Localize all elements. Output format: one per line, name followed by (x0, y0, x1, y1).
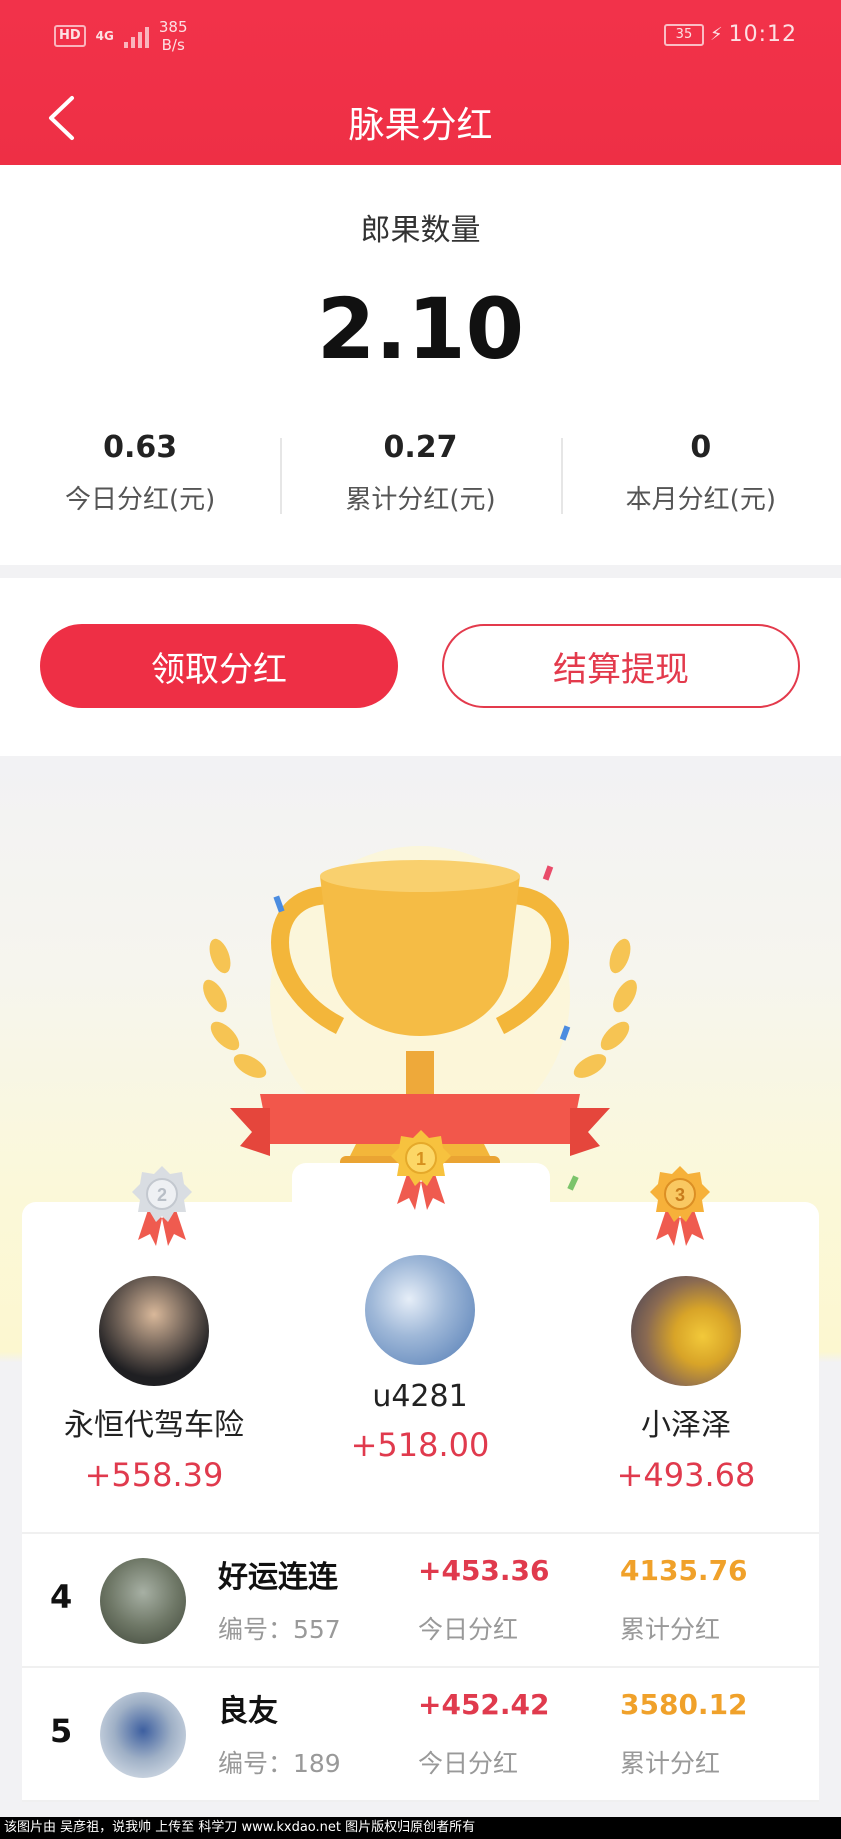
claim-dividend-button[interactable]: 领取分红 (40, 624, 398, 708)
stat-value: 0.63 (103, 430, 178, 465)
rank-1-entry[interactable]: u4281 +518.00 (290, 1255, 550, 1464)
page-title: 脉果分红 (348, 105, 493, 146)
stat-label: 今日分红(元) (65, 485, 216, 515)
today-dividend-label: 今日分红 (418, 1615, 519, 1644)
count-value: 2.10 (316, 280, 525, 378)
summary-panel: 郎果数量 2.10 0.63 今日分红(元) 0.27 累计分红(元) 0 本月… (0, 165, 841, 565)
network-speed: 385 B/s (159, 18, 188, 54)
divider (22, 1800, 819, 1802)
rank-2-name: 永恒代驾车险 (64, 1408, 244, 1443)
total-dividend: 3580.12 (620, 1688, 748, 1721)
total-dividend-label: 累计分红 (620, 1615, 721, 1644)
avatar (100, 1558, 186, 1644)
stat-total: 0.27 累计分红(元) (280, 430, 560, 516)
withdraw-button[interactable]: 结算提现 (442, 624, 800, 708)
stat-value: 0 (690, 430, 712, 465)
user-id: 编号：189 (218, 1749, 341, 1778)
rank-2-amount: +558.39 (84, 1456, 224, 1494)
rank-3-amount: +493.68 (616, 1456, 756, 1494)
avatar (631, 1276, 741, 1386)
silver-medal-icon: 2 (132, 1166, 192, 1246)
count-label: 郎果数量 (360, 213, 481, 248)
rank-number: 5 (50, 1712, 73, 1750)
list-item[interactable]: 4 好运连连 编号：557 +453.36 今日分红 4135.76 累计分红 (22, 1534, 819, 1666)
avatar (100, 1692, 186, 1778)
svg-text:1: 1 (416, 1149, 426, 1169)
rank-1-amount: +518.00 (350, 1426, 490, 1464)
today-dividend-label: 今日分红 (418, 1749, 519, 1778)
today-dividend: +452.42 (418, 1688, 550, 1721)
speed-value: 385 (158, 18, 188, 36)
rank-2-entry[interactable]: 永恒代驾车险 +558.39 (24, 1276, 284, 1494)
watermark-text: 该图片由 吴彦祖，说我帅 上传至 科学刀 www.kxdao.net 图片版权归… (0, 1817, 841, 1839)
avatar (365, 1255, 475, 1365)
list-item[interactable]: 5 良友 编号：189 +452.42 今日分红 3580.12 累计分红 (22, 1668, 819, 1800)
bronze-medal-icon: 3 (650, 1166, 710, 1246)
action-panel: 领取分红 结算提现 (0, 578, 841, 756)
total-dividend: 4135.76 (620, 1554, 748, 1587)
stat-label: 本月分红(元) (625, 485, 776, 515)
speed-unit: B/s (161, 36, 185, 54)
user-name: 良友 (218, 1694, 278, 1729)
total-dividend-label: 累计分红 (620, 1749, 721, 1778)
today-dividend: +453.36 (418, 1554, 550, 1587)
avatar (99, 1276, 209, 1386)
stat-today: 0.63 今日分红(元) (0, 430, 280, 516)
rank-number: 4 (50, 1578, 73, 1616)
status-right: 35 ⚡ 10:12 (663, 22, 797, 47)
stat-label: 累计分红(元) (345, 485, 496, 515)
stat-value: 0.27 (383, 430, 458, 465)
signal-icon (123, 24, 149, 48)
rank-3-entry[interactable]: 小泽泽 +493.68 (556, 1276, 816, 1494)
status-left: HD 4G 385 B/s (54, 18, 188, 54)
clock: 10:12 (728, 22, 797, 47)
charging-icon: ⚡ (709, 24, 723, 45)
stat-month: 0 本月分红(元) (560, 430, 841, 516)
app-header: HD 4G 385 B/s 35 ⚡ 10:12 脉果分红 (0, 0, 841, 165)
network-type: 4G (95, 29, 114, 43)
status-bar: HD 4G 385 B/s 35 ⚡ 10:12 (0, 0, 841, 70)
hd-icon: HD (54, 25, 86, 47)
svg-text:2: 2 (157, 1185, 167, 1205)
battery-icon: 35 (663, 23, 704, 46)
user-name: 好运连连 (218, 1560, 338, 1595)
gold-medal-icon: 1 (391, 1130, 451, 1210)
stats-row: 0.63 今日分红(元) 0.27 累计分红(元) 0 本月分红(元) (0, 430, 841, 516)
rank-1-name: u4281 (372, 1379, 468, 1414)
rank-3-name: 小泽泽 (641, 1408, 731, 1443)
svg-text:3: 3 (675, 1185, 685, 1205)
user-id: 编号：557 (218, 1615, 341, 1644)
